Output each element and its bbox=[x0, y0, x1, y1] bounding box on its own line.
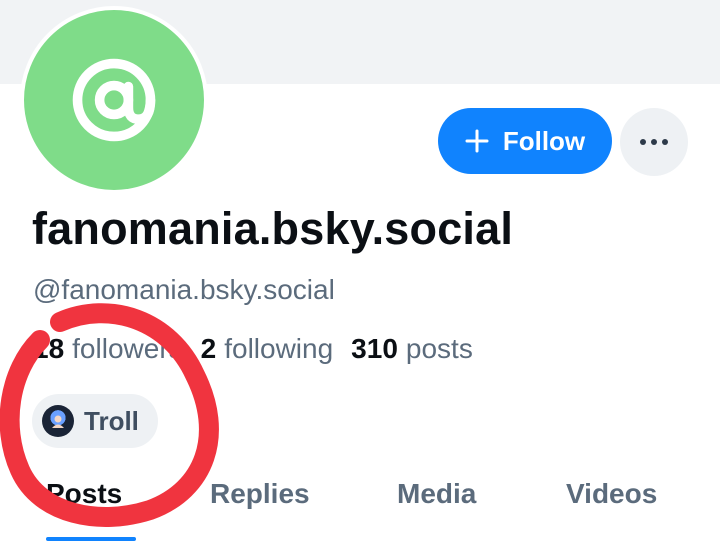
display-name: fanomania.bsky.social bbox=[32, 203, 514, 254]
active-tab-indicator bbox=[46, 537, 136, 541]
follow-button-label: Follow bbox=[502, 125, 586, 156]
profile-handle: @fanomania.bsky.social bbox=[33, 274, 335, 305]
ellipsis-icon bbox=[640, 139, 668, 145]
followers-label: followers bbox=[72, 333, 183, 364]
plus-icon bbox=[465, 129, 489, 153]
profile-avatar[interactable] bbox=[20, 6, 208, 194]
posts-label: posts bbox=[405, 333, 473, 364]
following-count: 2 bbox=[200, 333, 217, 364]
followers-stat[interactable]: 18 followers bbox=[33, 333, 183, 365]
tab-posts[interactable]: Posts bbox=[46, 478, 122, 510]
label-chip-text: Troll bbox=[84, 405, 139, 436]
tab-media[interactable]: Media bbox=[397, 478, 476, 510]
moderation-label-chip[interactable]: Troll bbox=[32, 394, 158, 448]
following-label: following bbox=[224, 333, 334, 364]
following-stat[interactable]: 2 following bbox=[201, 333, 334, 365]
posts-stat: 310 posts bbox=[351, 333, 473, 365]
profile-stats: 18 followers 2 following 310 posts bbox=[33, 333, 473, 365]
more-options-button[interactable] bbox=[620, 108, 688, 176]
followers-count: 18 bbox=[33, 333, 65, 364]
follow-button[interactable]: Follow bbox=[438, 108, 612, 174]
labeler-avatar-icon bbox=[42, 405, 74, 437]
posts-count: 310 bbox=[351, 333, 398, 364]
at-sign-icon bbox=[72, 58, 156, 142]
tab-replies[interactable]: Replies bbox=[210, 478, 310, 510]
profile-tabs: Posts Replies Media Videos bbox=[0, 470, 720, 541]
tab-videos[interactable]: Videos bbox=[566, 478, 657, 510]
